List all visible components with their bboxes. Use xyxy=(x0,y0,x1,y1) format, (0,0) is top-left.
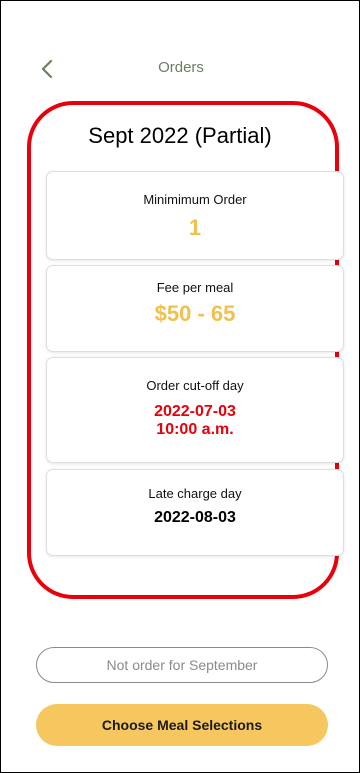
card-label: Order cut-off day xyxy=(146,378,244,393)
late-charge-card: Late charge day 2022-08-03 xyxy=(46,469,344,556)
minimum-order-value: 1 xyxy=(188,215,202,240)
fee-per-meal-card: Fee per meal $50 - 65 xyxy=(46,265,344,352)
cutoff-date: 2022-07-03 xyxy=(154,403,236,420)
app-frame: Orders Sept 2022 (Partial) Minimimum Ord… xyxy=(0,0,360,773)
fee-per-meal-value: $50 - 65 xyxy=(154,301,236,326)
late-charge-value: 2022-08-03 xyxy=(154,509,236,526)
cutoff-day-value: 2022-07-03 10:00 a.m. xyxy=(47,403,343,439)
not-order-button[interactable]: Not order for September xyxy=(36,647,328,683)
page-title: Orders xyxy=(158,59,204,76)
cutoff-day-card: Order cut-off day 2022-07-03 10:00 a.m. xyxy=(46,357,344,463)
minimum-order-card: Minimimum Order 1 xyxy=(46,171,344,260)
section-title: Sept 2022 (Partial) xyxy=(88,123,272,148)
cutoff-time: 10:00 a.m. xyxy=(156,421,234,438)
header: Orders xyxy=(1,53,360,85)
card-label: Late charge day xyxy=(148,486,242,501)
choose-meal-selections-button[interactable]: Choose Meal Selections xyxy=(36,704,328,746)
card-label: Minimimum Order xyxy=(143,192,247,207)
card-label: Fee per meal xyxy=(156,280,234,295)
